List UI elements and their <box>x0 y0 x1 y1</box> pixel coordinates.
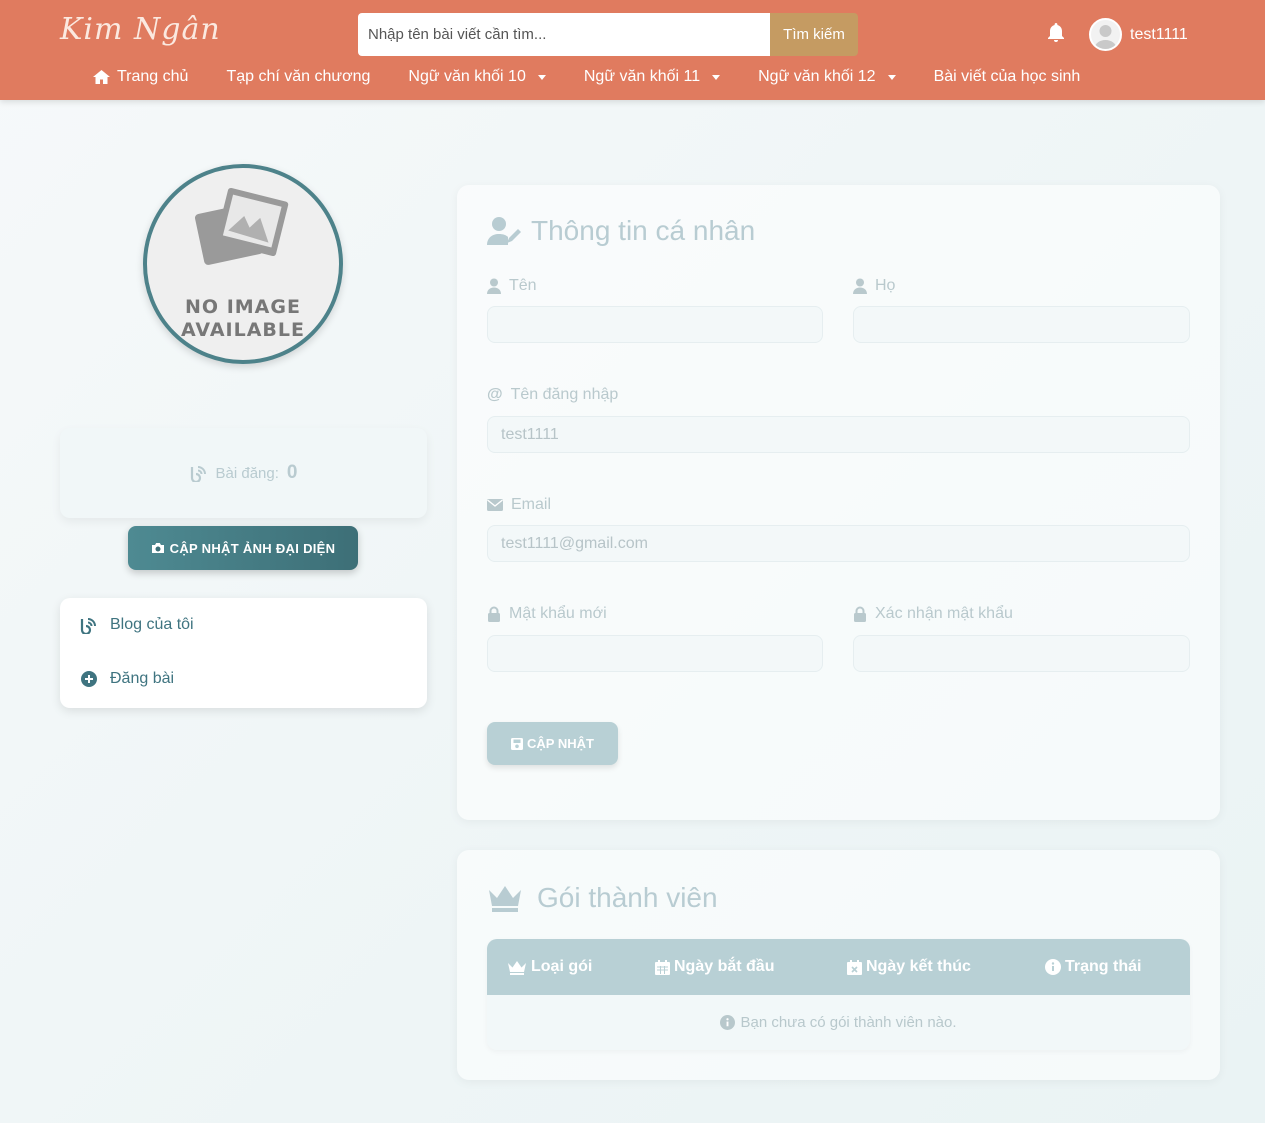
user-edit-icon <box>487 217 521 245</box>
column-header-status: Trạng thái <box>1045 939 1141 995</box>
sidebar-item-my-blog[interactable]: Blog của tôi <box>80 616 194 634</box>
lock-icon <box>488 606 500 622</box>
calendar-icon <box>655 959 670 975</box>
column-header-end-date: Ngày kết thúc <box>847 939 971 995</box>
confirm-password-field[interactable] <box>853 635 1190 672</box>
nav-item-literary-magazine[interactable]: Tạp chí văn chương <box>226 68 370 86</box>
avatar <box>1089 18 1122 51</box>
membership-card: Gói thành viên Loại gói Ngày bắt đầu Ngà… <box>457 850 1220 1080</box>
sidebar-item-new-post[interactable]: Đăng bài <box>80 670 174 688</box>
nav-item-grade-11[interactable]: Ngữ văn khối 11 <box>584 68 721 86</box>
bell-icon[interactable] <box>1044 21 1068 45</box>
last-name-label: Họ <box>853 277 895 295</box>
blog-icon <box>80 618 96 634</box>
new-password-field[interactable] <box>487 635 823 672</box>
post-count-label: Bài đăng: <box>215 464 279 482</box>
membership-card-title: Gói thành viên <box>487 882 718 914</box>
search-bar: Tìm kiếm <box>358 13 858 56</box>
info-icon <box>1045 959 1061 975</box>
calendar-x-icon <box>847 959 862 975</box>
membership-table-header: Loại gói Ngày bắt đầu Ngày kết thúc Trạn… <box>487 939 1190 995</box>
lock-icon <box>854 606 866 622</box>
username-field[interactable] <box>487 416 1190 453</box>
plus-circle-icon <box>81 671 97 687</box>
chevron-down-icon <box>712 74 721 80</box>
email-field[interactable] <box>487 525 1190 562</box>
nav-item-grade-12[interactable]: Ngữ văn khối 12 <box>758 68 896 86</box>
post-stats-card: Bài đăng: 0 <box>60 428 427 518</box>
no-image-text: NO IMAGE AVAILABLE <box>181 296 305 341</box>
user-icon <box>853 278 867 294</box>
chevron-down-icon <box>537 74 546 80</box>
search-input[interactable] <box>358 13 770 56</box>
column-header-start-date: Ngày bắt đầu <box>655 939 774 995</box>
crown-icon <box>508 960 526 975</box>
new-password-label: Mật khẩu mới <box>487 605 607 623</box>
profile-card-title: Thông tin cá nhân <box>487 215 755 247</box>
blog-icon <box>190 466 206 482</box>
top-header: Kim Ngân Tìm kiếm test1111 Trang chủ Tạp… <box>0 0 1265 100</box>
column-header-plan-type: Loại gói <box>507 939 592 995</box>
nav-item-grade-10[interactable]: Ngữ văn khối 10 <box>408 68 546 86</box>
first-name-label: Tên <box>487 277 537 295</box>
sidebar-menu: Blog của tôi Đăng bài <box>60 598 427 708</box>
user-menu[interactable]: test1111 <box>1089 18 1188 51</box>
profile-info-card: Thông tin cá nhân Tên Họ @ Tên đăng nhập… <box>457 185 1220 820</box>
image-placeholder-icon <box>194 187 289 265</box>
profile-avatar: NO IMAGE AVAILABLE <box>143 164 343 364</box>
confirm-password-label: Xác nhận mật khẩu <box>853 605 1013 623</box>
nav-item-student-posts[interactable]: Bài viết của học sinh <box>934 68 1081 86</box>
last-name-field[interactable] <box>853 306 1190 343</box>
home-icon <box>93 70 110 84</box>
at-sign-icon: @ <box>487 386 503 403</box>
email-label: Email <box>487 496 551 514</box>
username-field-label: @ Tên đăng nhập <box>487 386 619 403</box>
update-avatar-button[interactable]: CẬP NHẬT ẢNH ĐẠI DIỆN <box>128 526 358 570</box>
membership-empty-message: Bạn chưa có gói thành viên nào. <box>487 995 1190 1050</box>
username-label: test1111 <box>1130 25 1188 43</box>
save-icon <box>511 737 524 750</box>
info-icon <box>720 1015 736 1030</box>
site-logo[interactable]: Kim Ngân <box>60 12 221 47</box>
update-profile-button[interactable]: CẬP NHẬT <box>487 722 618 765</box>
chevron-down-icon <box>887 74 896 80</box>
camera-icon <box>151 543 164 553</box>
envelope-icon <box>487 499 503 511</box>
first-name-field[interactable] <box>487 306 823 343</box>
search-button[interactable]: Tìm kiếm <box>770 13 858 56</box>
user-icon <box>487 278 501 294</box>
nav-item-home[interactable]: Trang chủ <box>92 68 188 86</box>
user-avatar-icon <box>1094 25 1117 49</box>
crown-icon <box>489 886 521 912</box>
post-count-value: 0 <box>286 462 298 483</box>
main-nav: Trang chủ Tạp chí văn chương Ngữ văn khố… <box>92 68 1080 86</box>
membership-table: Loại gói Ngày bắt đầu Ngày kết thúc Trạn… <box>487 939 1190 1050</box>
